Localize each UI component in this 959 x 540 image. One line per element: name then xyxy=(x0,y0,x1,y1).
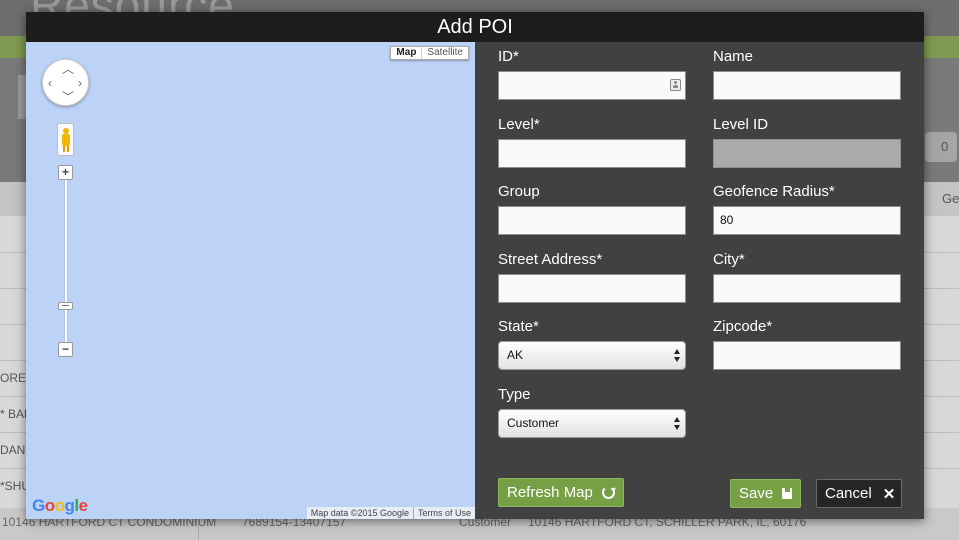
select-arrows-icon xyxy=(674,349,680,363)
level-id-label: Level ID xyxy=(713,116,769,133)
cancel-button[interactable]: Cancel ✕ xyxy=(816,479,902,508)
google-logo: Google xyxy=(32,496,88,515)
close-icon: ✕ xyxy=(882,485,896,503)
state-select[interactable]: AK xyxy=(498,341,686,370)
type-select-value: Customer xyxy=(507,416,560,430)
type-select[interactable]: Customer xyxy=(498,409,686,438)
level-field[interactable] xyxy=(498,139,686,168)
name-label: Name xyxy=(713,48,754,65)
state-select-value: AK xyxy=(507,348,524,362)
city-label: City* xyxy=(713,251,745,268)
type-label: Type xyxy=(498,386,531,403)
zipcode-label: Zipcode* xyxy=(713,318,773,335)
state-label: State* xyxy=(498,318,539,335)
refresh-map-label: Refresh Map xyxy=(507,484,593,501)
map-attribution: Map data ©2015 Google Terms of Use xyxy=(306,507,475,519)
street-address-label: Street Address* xyxy=(498,251,603,268)
pan-up-icon[interactable]: ︿ xyxy=(62,63,74,75)
map-type-satellite-button[interactable]: Satellite xyxy=(422,47,468,59)
map-type-map-button[interactable]: Map xyxy=(391,47,423,59)
zoom-slider-track[interactable] xyxy=(65,180,67,352)
geofence-radius-field[interactable]: 80 xyxy=(713,206,901,235)
save-label: Save xyxy=(739,485,774,502)
dialog-title: Add POI xyxy=(26,12,924,42)
zipcode-field[interactable] xyxy=(713,341,901,370)
contact-card-icon[interactable] xyxy=(670,79,681,91)
geofence-radius-label: Geofence Radius* xyxy=(713,183,835,200)
refresh-map-button[interactable]: Refresh Map xyxy=(498,478,624,507)
pan-right-icon[interactable]: › xyxy=(78,77,82,89)
pan-down-icon[interactable]: ﹀ xyxy=(62,91,74,103)
name-field[interactable] xyxy=(713,71,901,100)
street-view-pegman-icon[interactable] xyxy=(57,123,74,156)
bg-column-divider xyxy=(198,516,199,540)
id-field[interactable] xyxy=(498,71,686,100)
save-icon xyxy=(782,488,792,499)
pan-control[interactable]: ︿ ﹀ ‹ › xyxy=(42,59,89,106)
pan-left-icon[interactable]: ‹ xyxy=(48,77,52,89)
add-poi-dialog: Add POI Map Satellite ︿ ﹀ ‹ › + − Google… xyxy=(26,12,924,519)
bg-select: 0 xyxy=(925,132,957,162)
street-address-field[interactable] xyxy=(498,274,686,303)
bg-row-text: DANI xyxy=(0,443,29,457)
bg-column-header: Ged xyxy=(942,191,959,206)
zoom-in-button[interactable]: + xyxy=(58,165,73,180)
map-view[interactable]: Map Satellite ︿ ﹀ ‹ › + − Google Map dat… xyxy=(26,42,475,519)
select-arrows-icon xyxy=(674,417,680,431)
group-label: Group xyxy=(498,183,540,200)
city-field[interactable] xyxy=(713,274,901,303)
group-field[interactable] xyxy=(498,206,686,235)
map-type-control: Map Satellite xyxy=(390,46,469,60)
map-data-attribution: Map data ©2015 Google xyxy=(310,508,409,518)
id-label: ID* xyxy=(498,48,519,65)
cancel-label: Cancel xyxy=(825,485,872,502)
level-id-field xyxy=(713,139,901,168)
level-label: Level* xyxy=(498,116,540,133)
terms-of-use-link[interactable]: Terms of Use xyxy=(412,507,475,519)
refresh-icon xyxy=(601,486,615,499)
zoom-out-button[interactable]: − xyxy=(58,342,73,357)
save-button[interactable]: Save xyxy=(730,479,801,508)
zoom-slider-handle[interactable] xyxy=(58,302,73,310)
